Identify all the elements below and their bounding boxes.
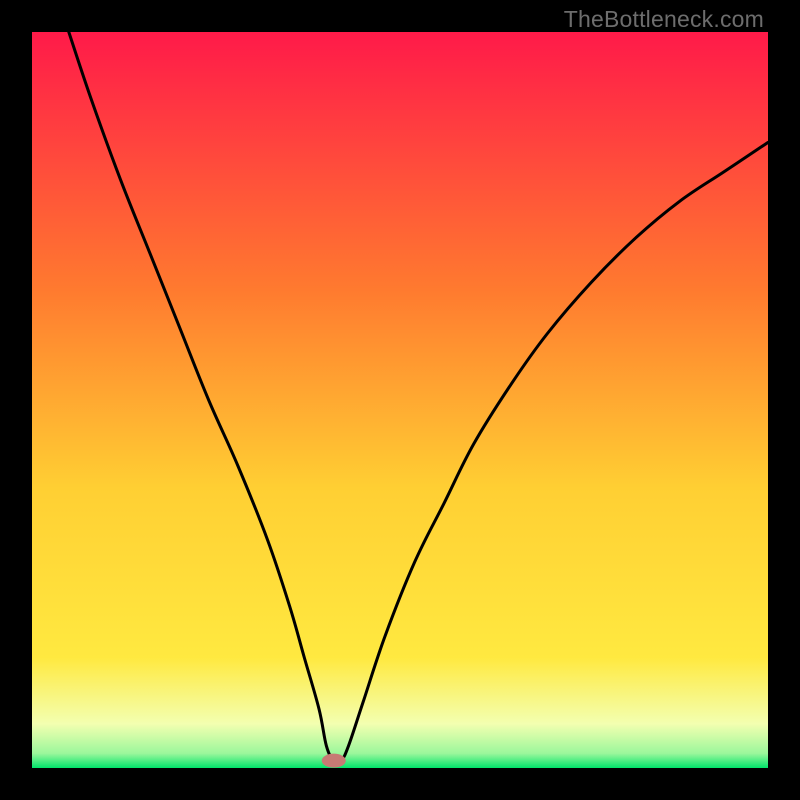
frame-border-left bbox=[0, 0, 32, 800]
chart-plot-area bbox=[32, 32, 768, 768]
frame-border-right bbox=[768, 0, 800, 800]
chart-svg bbox=[32, 32, 768, 768]
frame-border-bottom bbox=[0, 768, 800, 800]
optimal-point-marker bbox=[322, 754, 346, 768]
chart-background-gradient bbox=[32, 32, 768, 768]
watermark-text: TheBottleneck.com bbox=[564, 6, 764, 33]
